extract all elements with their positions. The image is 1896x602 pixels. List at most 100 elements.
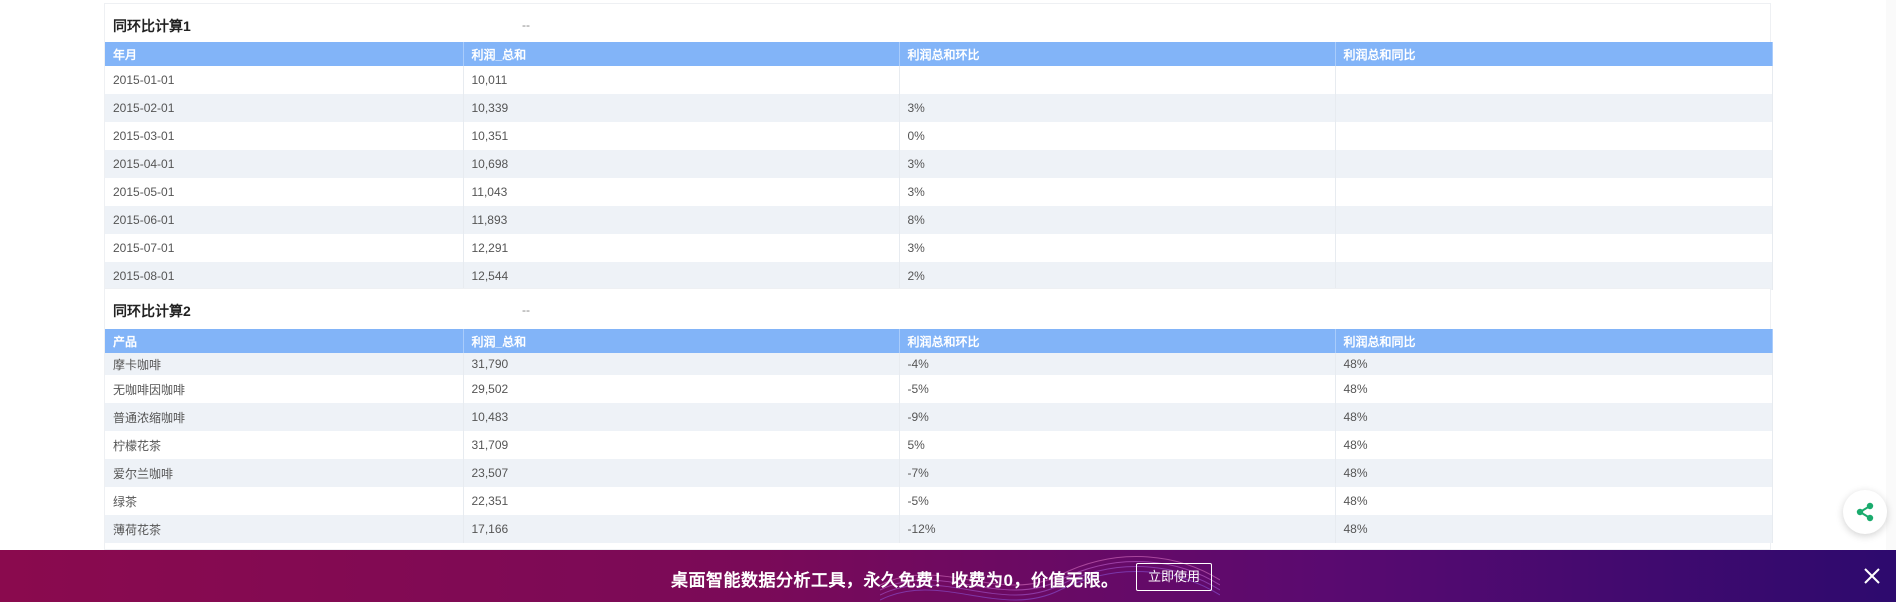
table-cell: 48% xyxy=(1335,375,1773,403)
table-cell: 22,351 xyxy=(463,487,900,515)
banner-text: 桌面智能数据分析工具，永久免费！收费为0，价值无限。 xyxy=(671,571,1119,590)
table-cell: -7% xyxy=(899,459,1336,487)
table-cell: 普通浓缩咖啡 xyxy=(105,403,464,431)
table-cell: 2015-01-01 xyxy=(105,66,464,94)
table-cell xyxy=(1335,262,1773,290)
table-cell xyxy=(899,66,1336,94)
table-cell: 5% xyxy=(899,431,1336,459)
column-header-profit-sum[interactable]: 利润_总和 xyxy=(463,329,900,353)
table-cell: 17,166 xyxy=(463,515,900,543)
table-row[interactable]: 薄荷花茶 17,166 -12% 48% xyxy=(105,515,1773,543)
column-header-profit-mom[interactable]: 利润总和环比 xyxy=(899,329,1336,353)
panel-title: 同环比计算1 xyxy=(113,18,191,34)
table-cell: -5% xyxy=(899,375,1336,403)
column-header-profit-yoy[interactable]: 利润总和同比 xyxy=(1335,42,1773,66)
table-cell: 31,709 xyxy=(463,431,900,459)
table-row[interactable]: 摩卡咖啡 31,790 -4% 48% xyxy=(105,353,1773,375)
table-cell: 无咖啡因咖啡 xyxy=(105,375,464,403)
table-cell: 8% xyxy=(899,206,1336,234)
table-row[interactable]: 柠檬花茶 31,709 5% 48% xyxy=(105,431,1773,459)
table-cell: 12,291 xyxy=(463,234,900,262)
table-cell: 柠檬花茶 xyxy=(105,431,464,459)
table-cell: 10,483 xyxy=(463,403,900,431)
table-cell: 3% xyxy=(899,94,1336,122)
table-cell: 2015-05-01 xyxy=(105,178,464,206)
panel-header: 同环比计算2 -- xyxy=(105,289,1770,329)
table-cell xyxy=(1335,234,1773,262)
table-cell xyxy=(1335,94,1773,122)
column-header-profit-mom[interactable]: 利润总和环比 xyxy=(899,42,1336,66)
table-cell xyxy=(1335,178,1773,206)
table-cell: 薄荷花茶 xyxy=(105,515,464,543)
table-cell: 48% xyxy=(1335,403,1773,431)
table-cell: 3% xyxy=(899,234,1336,262)
table-cell: 29,502 xyxy=(463,375,900,403)
table-cell: 10,011 xyxy=(463,66,900,94)
table-cell: 48% xyxy=(1335,515,1773,543)
column-header-month[interactable]: 年月 xyxy=(105,42,464,66)
table-row[interactable]: 2015-02-01 10,339 3% xyxy=(105,94,1773,122)
table-row[interactable]: 爱尔兰咖啡 23,507 -7% 48% xyxy=(105,459,1773,487)
table-cell: 0% xyxy=(899,122,1336,150)
table-row[interactable]: 2015-08-01 12,544 2% xyxy=(105,262,1773,290)
table-cell: -12% xyxy=(899,515,1336,543)
table-cell: 10,698 xyxy=(463,150,900,178)
promo-banner: 桌面智能数据分析工具，永久免费！收费为0，价值无限。 立即使用 xyxy=(0,550,1896,602)
table-row[interactable]: 2015-01-01 10,011 xyxy=(105,66,1773,94)
table-cell: 48% xyxy=(1335,431,1773,459)
table-cell: 2015-02-01 xyxy=(105,94,464,122)
table-header-row: 年月 利润_总和 利润总和环比 利润总和同比 xyxy=(105,42,1773,66)
column-header-profit-yoy[interactable]: 利润总和同比 xyxy=(1335,329,1773,353)
table-row[interactable]: 2015-07-01 12,291 3% xyxy=(105,234,1773,262)
table-cell: 2015-08-01 xyxy=(105,262,464,290)
data-table: 年月 利润_总和 利润总和环比 利润总和同比 2015-01-01 10,011 2… xyxy=(105,42,1773,290)
table-cell: 2015-04-01 xyxy=(105,150,464,178)
panel-subtitle: -- xyxy=(522,18,530,32)
table-cell: 10,339 xyxy=(463,94,900,122)
table-row[interactable]: 2015-05-01 11,043 3% xyxy=(105,178,1773,206)
table-row[interactable]: 2015-04-01 10,698 3% xyxy=(105,150,1773,178)
data-table: 产品 利润_总和 利润总和环比 利润总和同比 摩卡咖啡 31,790 -4% 48% 无… xyxy=(105,329,1773,543)
table-cell xyxy=(1335,66,1773,94)
table-header-row: 产品 利润_总和 利润总和环比 利润总和同比 xyxy=(105,329,1773,353)
table-cell: 2015-06-01 xyxy=(105,206,464,234)
panel-yoy-mom-2: 同环比计算2 -- 产品 利润_总和 利润总和环比 利润总和同比 摩卡咖啡 31,… xyxy=(104,288,1773,550)
table-cell: 12,544 xyxy=(463,262,900,290)
table-cell: 48% xyxy=(1335,459,1773,487)
use-now-button[interactable]: 立即使用 xyxy=(1136,563,1213,591)
close-icon[interactable] xyxy=(1862,566,1882,586)
table-cell: 11,043 xyxy=(463,178,900,206)
column-header-product[interactable]: 产品 xyxy=(105,329,464,353)
table-cell: 爱尔兰咖啡 xyxy=(105,459,464,487)
table-cell xyxy=(1335,122,1773,150)
table-cell: -5% xyxy=(899,487,1336,515)
page: 同环比计算1 -- 年月 利润_总和 利润总和环比 利润总和同比 2015-01… xyxy=(0,0,1896,602)
table-row[interactable]: 无咖啡因咖啡 29,502 -5% 48% xyxy=(105,375,1773,403)
panel-yoy-mom-1: 同环比计算1 -- 年月 利润_总和 利润总和环比 利润总和同比 2015-01… xyxy=(104,3,1773,290)
table-cell: 3% xyxy=(899,150,1336,178)
table-cell: 31,790 xyxy=(463,353,900,375)
panel-header: 同环比计算1 -- xyxy=(105,4,1770,42)
table-cell: 摩卡咖啡 xyxy=(105,353,464,375)
table-cell xyxy=(1335,206,1773,234)
table-cell xyxy=(1335,150,1773,178)
table-cell: 10,351 xyxy=(463,122,900,150)
table-row[interactable]: 2015-06-01 11,893 8% xyxy=(105,206,1773,234)
column-header-profit-sum[interactable]: 利润_总和 xyxy=(463,42,900,66)
table-row[interactable]: 2015-03-01 10,351 0% xyxy=(105,122,1773,150)
share-icon xyxy=(1856,502,1874,522)
table-cell: 48% xyxy=(1335,353,1773,375)
panel-title: 同环比计算2 xyxy=(113,303,191,319)
table-cell: 48% xyxy=(1335,487,1773,515)
table-row[interactable]: 普通浓缩咖啡 10,483 -9% 48% xyxy=(105,403,1773,431)
scrollbar-track[interactable] xyxy=(1886,0,1896,550)
table-cell: -9% xyxy=(899,403,1336,431)
table-cell: 11,893 xyxy=(463,206,900,234)
panel-subtitle: -- xyxy=(522,303,530,317)
table-cell: 2015-07-01 xyxy=(105,234,464,262)
table-cell: -4% xyxy=(899,353,1336,375)
table-cell: 3% xyxy=(899,178,1336,206)
share-button[interactable] xyxy=(1843,490,1887,534)
table-row[interactable]: 绿茶 22,351 -5% 48% xyxy=(105,487,1773,515)
table-cell: 2% xyxy=(899,262,1336,290)
